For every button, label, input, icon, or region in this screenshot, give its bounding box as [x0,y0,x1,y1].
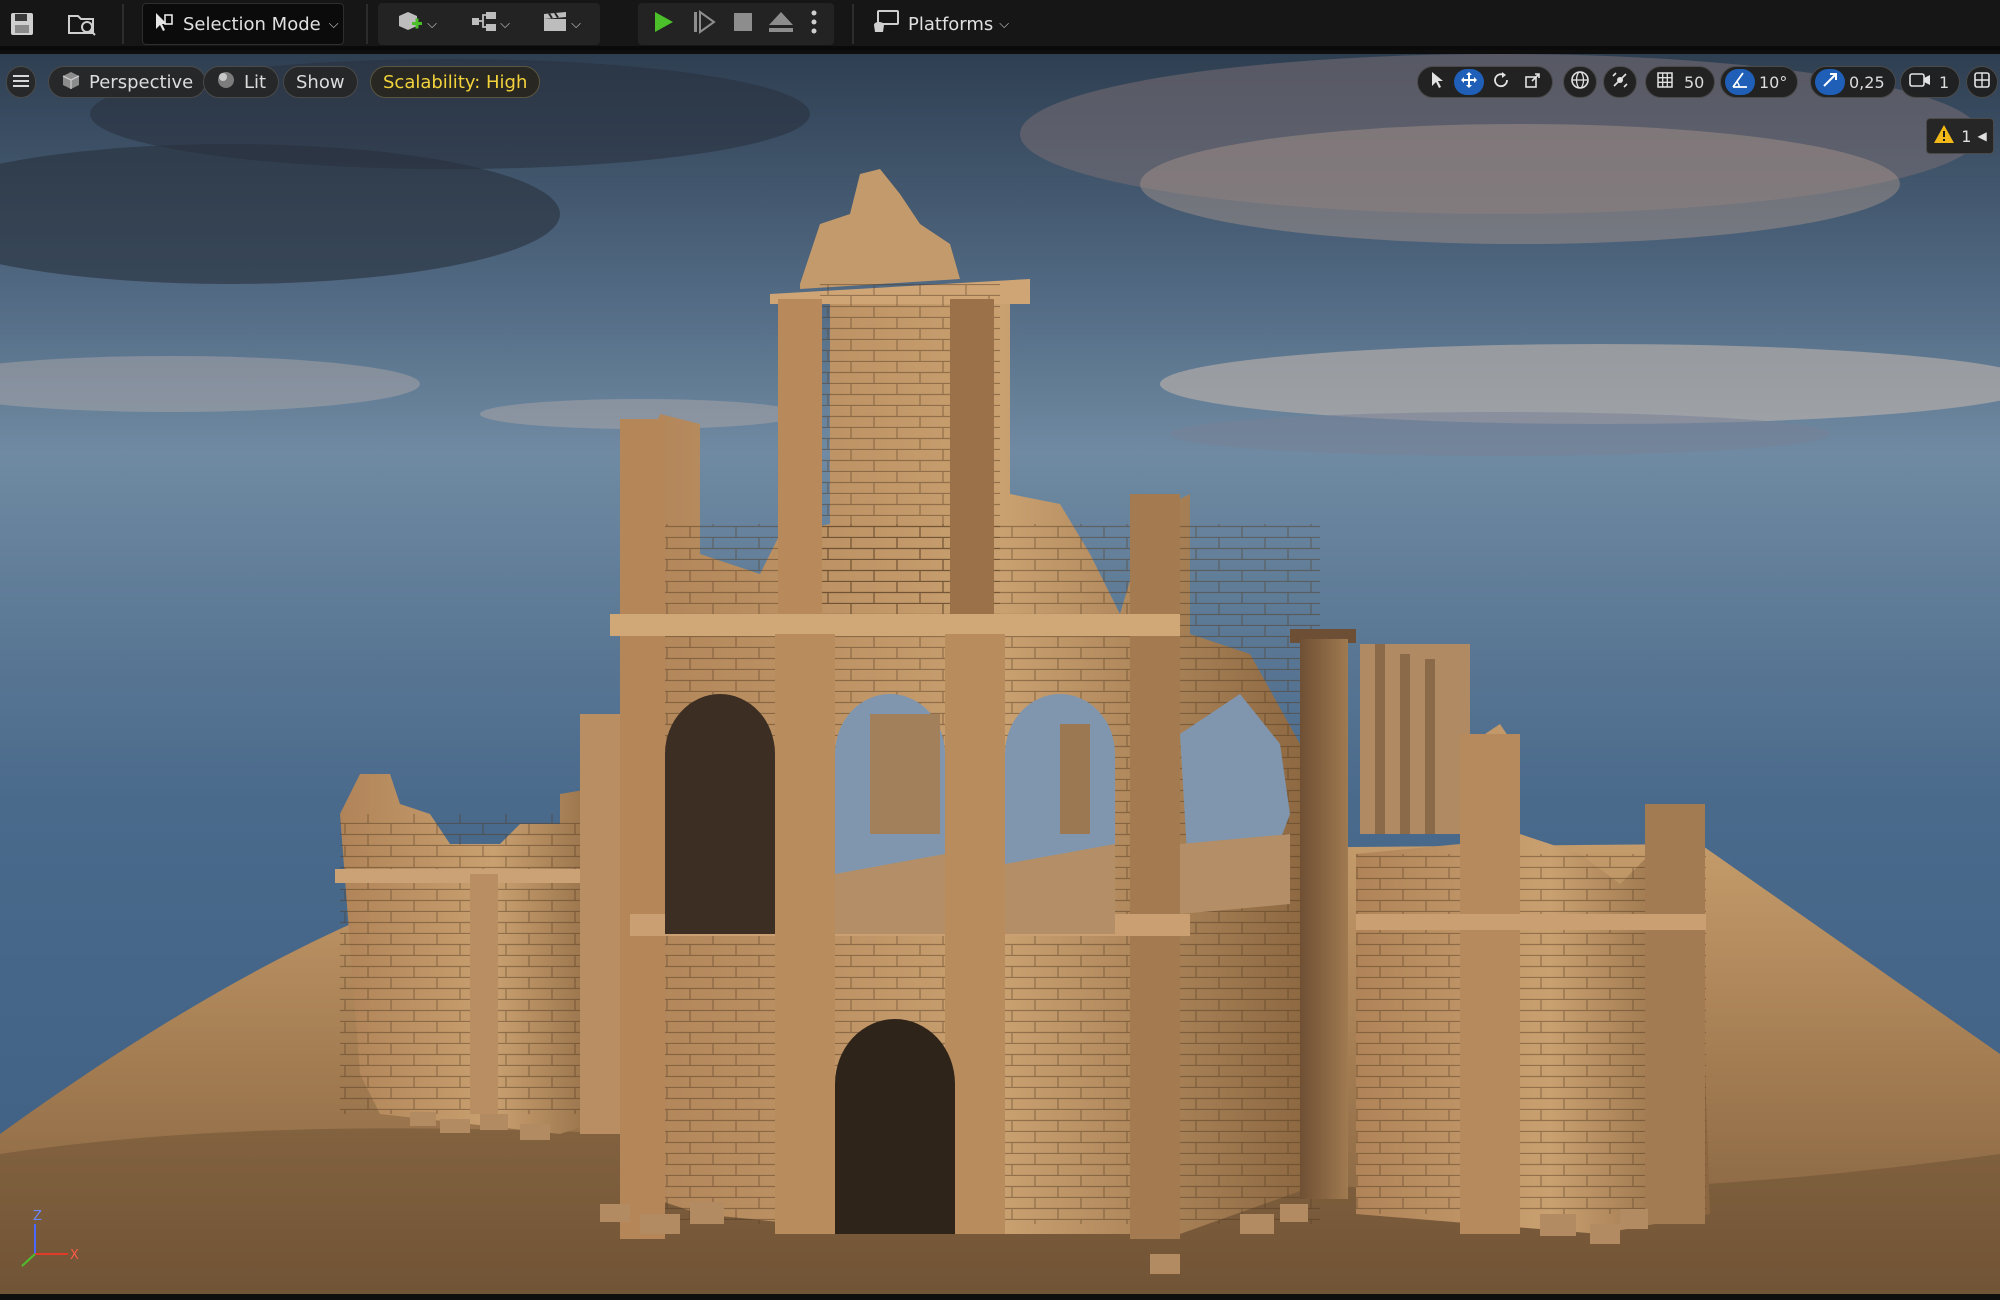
hamburger-menu-icon [13,72,29,93]
warnings-indicator[interactable]: 1 ◀ [1926,118,1994,154]
rotation-snap-toggle[interactable] [1725,69,1755,95]
add-actor-icon [395,8,427,40]
save-icon[interactable] [2,6,42,42]
surface-snap-icon [1610,70,1630,94]
scale-snap-arrow-icon [1821,71,1839,93]
chevron-down-icon: ⌵ [500,16,510,32]
grid-snap-group[interactable]: 50 [1645,66,1716,98]
scale-tool-button[interactable] [1518,69,1548,95]
warning-triangle-icon [1933,124,1955,148]
stop-button[interactable] [724,6,762,42]
globe-icon [1570,70,1590,94]
translate-tool-button[interactable] [1454,69,1484,95]
toolbar-separator [852,4,854,44]
scale-snap-value: 0,25 [1849,72,1885,92]
select-tool-button[interactable] [1422,69,1452,95]
chevron-down-icon: ⌵ [427,16,437,32]
perspective-cube-icon [61,70,81,95]
lit-sphere-icon [216,70,236,95]
play-controls-group [638,3,834,45]
grid-icon [1656,71,1674,93]
platforms-icon [872,9,902,40]
chevron-left-icon: ◀ [1977,129,1987,143]
advance-frame-button[interactable] [684,6,722,42]
grid-snap-value: 50 [1684,72,1705,92]
surface-snapping-button[interactable] [1603,66,1637,98]
play-icon [650,9,676,39]
toolbar-separator [366,4,368,44]
translate-arrows-icon [1460,71,1478,93]
content-browser-icon[interactable] [62,6,102,42]
rotation-snap-group[interactable]: 10° [1720,66,1799,98]
show-flags-button[interactable]: Show [283,66,358,98]
view-mode-button[interactable]: Lit [203,66,280,98]
camera-speed-group[interactable]: 1 [1900,66,1961,98]
main-toolbar: Selection Mode ⌵ ⌵ ⌵ ⌵ Platforms ⌵ [0,0,2000,50]
more-options-button[interactable] [800,6,828,42]
perspective-label: Perspective [89,71,194,93]
eject-icon [767,9,795,39]
chevron-down-icon: ⌵ [328,16,339,32]
viewport-bottom-border [0,1294,2000,1300]
create-tools-group: ⌵ ⌵ ⌵ [378,3,600,45]
angle-icon [1731,71,1749,93]
viewport-layout-button[interactable] [1966,66,1998,98]
transform-tools-group [1417,66,1553,98]
scalability-indicator[interactable]: Scalability: High [370,66,541,98]
selection-mode-icon [153,11,175,38]
level-viewport[interactable]: Z X Perspective Lit Show Scalability: Hi… [0,54,2000,1300]
scene-render: Z X [0,54,2000,1300]
chevron-down-icon: ⌵ [571,16,581,32]
play-button[interactable] [644,6,682,42]
eject-button[interactable] [762,6,800,42]
show-label: Show [296,71,345,93]
stop-icon [731,10,755,38]
rotation-snap-value: 10° [1759,72,1788,92]
platforms-dropdown[interactable]: Platforms ⌵ [872,6,1009,42]
selection-mode-dropdown[interactable]: Selection Mode ⌵ [142,3,344,45]
more-options-icon [810,9,818,39]
camera-speed-button[interactable] [1905,69,1935,95]
platforms-label: Platforms [908,13,994,35]
cinematics-icon [541,9,571,39]
add-actor-button[interactable]: ⌵ [384,6,448,42]
advance-frame-icon [690,9,716,39]
axis-x-label: X [70,1248,79,1263]
viewport-menu-button[interactable] [6,66,36,98]
grid-snap-toggle[interactable] [1650,69,1680,95]
blueprint-button[interactable]: ⌵ [460,6,520,42]
camera-icon [1909,72,1931,92]
select-arrow-icon [1429,71,1445,93]
axis-z-label: Z [33,1209,42,1224]
scalability-label: Scalability: High [383,71,528,93]
scale-icon [1524,71,1542,93]
rotate-icon [1492,71,1510,93]
perspective-button[interactable]: Perspective [48,66,207,98]
blueprint-icon [470,9,500,39]
cinematics-button[interactable]: ⌵ [530,6,592,42]
scale-snap-toggle[interactable] [1815,69,1845,95]
warning-count: 1 [1961,126,1972,146]
coordinate-system-button[interactable] [1563,66,1597,98]
selection-mode-label: Selection Mode [183,13,321,35]
layout-grid-icon [1973,71,1991,93]
chevron-down-icon: ⌵ [999,16,1010,32]
toolbar-separator [122,4,124,44]
lit-label: Lit [244,71,267,93]
rotate-tool-button[interactable] [1486,69,1516,95]
camera-speed-value: 1 [1939,72,1950,92]
scale-snap-group[interactable]: 0,25 [1810,66,1896,98]
